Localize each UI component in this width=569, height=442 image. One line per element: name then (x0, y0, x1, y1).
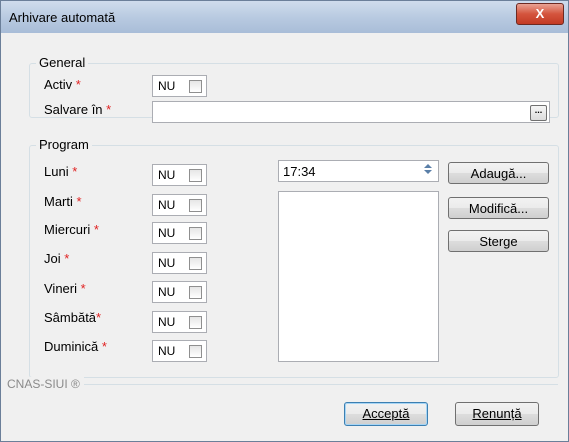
title-bar[interactable]: Arhivare automată X (1, 1, 568, 33)
day-value-miercuri: NU (158, 226, 176, 240)
day-label-marti: Marti * (44, 194, 82, 209)
salvare-path-field[interactable]: ... (152, 101, 550, 123)
add-button[interactable]: Adaugă... (448, 162, 549, 184)
activ-toggle[interactable]: NU (152, 75, 207, 97)
activ-value: NU (158, 79, 176, 93)
day-checkbox-luni[interactable] (189, 169, 202, 182)
day-value-marti: NU (158, 198, 176, 212)
day-checkbox-duminica[interactable] (189, 345, 202, 358)
day-toggle-sambata[interactable]: NU (152, 311, 207, 333)
day-toggle-vineri[interactable]: NU (152, 281, 207, 303)
day-label-vineri: Vineri * (44, 281, 86, 296)
day-checkbox-joi[interactable] (189, 257, 202, 270)
cancel-button[interactable]: Renunță (455, 402, 539, 426)
dialog-window: Arhivare automată X General Activ * NU S… (0, 0, 569, 442)
day-toggle-luni[interactable]: NU (152, 164, 207, 186)
dialog-body: General Activ * NU Salvare în * ... Prog… (7, 33, 563, 437)
browse-button[interactable]: ... (530, 105, 547, 121)
program-legend: Program (36, 137, 92, 152)
time-value: 17:34 (283, 164, 316, 179)
day-checkbox-vineri[interactable] (189, 286, 202, 299)
day-value-joi: NU (158, 256, 176, 270)
day-label-miercuri: Miercuri * (44, 222, 99, 237)
activ-checkbox[interactable] (189, 80, 202, 93)
activ-label: Activ * (44, 77, 81, 92)
day-value-duminica: NU (158, 344, 176, 358)
day-label-luni: Luni * (44, 164, 78, 179)
modify-button[interactable]: Modifică... (448, 197, 549, 219)
window-title: Arhivare automată (9, 10, 116, 25)
salvare-label: Salvare în * (44, 102, 112, 117)
close-button[interactable]: X (516, 3, 564, 25)
day-toggle-duminica[interactable]: NU (152, 340, 207, 362)
accept-button[interactable]: Acceptă (344, 402, 428, 426)
day-label-joi: Joi * (44, 251, 70, 266)
time-spinner[interactable]: 17:34 (278, 160, 439, 182)
delete-button[interactable]: Sterge (448, 230, 549, 252)
general-legend: General (36, 55, 89, 70)
day-checkbox-marti[interactable] (189, 199, 202, 212)
footer-separator (7, 384, 558, 385)
day-toggle-miercuri[interactable]: NU (152, 222, 207, 244)
schedule-list[interactable] (278, 191, 439, 362)
day-toggle-marti[interactable]: NU (152, 194, 207, 216)
day-label-sambata: Sâmbătă* (44, 310, 102, 325)
day-value-vineri: NU (158, 285, 176, 299)
spin-arrows-icon[interactable] (420, 163, 436, 179)
day-label-duminica: Duminică * (44, 339, 107, 354)
day-checkbox-miercuri[interactable] (189, 227, 202, 240)
day-value-luni: NU (158, 168, 176, 182)
day-value-sambata: NU (158, 315, 176, 329)
day-checkbox-sambata[interactable] (189, 316, 202, 329)
brand-label: CNAS-SIUI ® (7, 377, 84, 391)
day-toggle-joi[interactable]: NU (152, 252, 207, 274)
